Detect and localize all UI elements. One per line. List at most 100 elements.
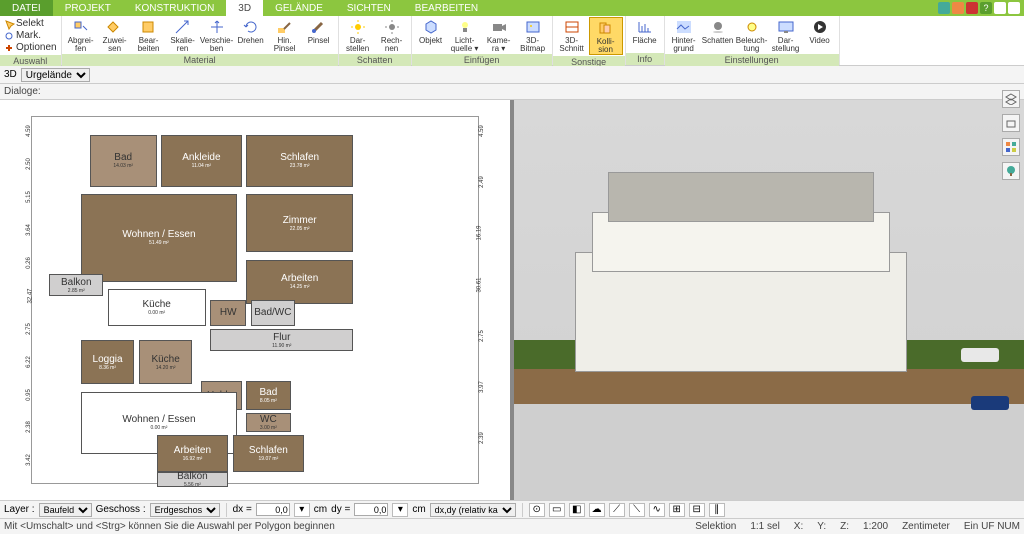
- tool-e-icon[interactable]: ⟋: [609, 503, 625, 517]
- dx-stepper[interactable]: ▾: [294, 503, 310, 517]
- ribbon-group-label: Schatten: [339, 54, 411, 66]
- room-hw[interactable]: HW: [210, 300, 246, 326]
- ribbon-mark-[interactable]: Mark.: [4, 30, 57, 41]
- room-zimmer[interactable]: Zimmer22.05 m²: [246, 194, 353, 253]
- room-schlafen[interactable]: Schlafen23.78 m²: [246, 135, 353, 186]
- ribbon-btn-rotate[interactable]: Drehen: [234, 17, 268, 53]
- menu-tab-gelaende[interactable]: GELÄNDE: [263, 0, 335, 16]
- 3d-view[interactable]: [514, 100, 1024, 500]
- tree-icon[interactable]: [1002, 162, 1020, 180]
- dy-input[interactable]: [354, 503, 388, 516]
- titlebar-icons: ?: [938, 0, 1024, 16]
- icon-5[interactable]: [1008, 2, 1020, 14]
- car-blue: [971, 396, 1009, 410]
- status-scale: 1:1 sel: [750, 521, 779, 532]
- menu-tab-konstruktion[interactable]: KONSTRUKTION: [123, 0, 226, 16]
- materials-icon[interactable]: [1002, 138, 1020, 156]
- furniture-icon[interactable]: [1002, 114, 1020, 132]
- ribbon-btn-brush[interactable]: Pinsel: [302, 17, 336, 53]
- ribbon-btn-camera[interactable]: Kame-ra ▾: [482, 17, 516, 53]
- room-ankleide[interactable]: Ankleide11.04 m²: [161, 135, 241, 186]
- ribbon-btn-lighting[interactable]: Beleuch-tung: [735, 17, 769, 53]
- room-wc[interactable]: WC3.00 m²: [246, 413, 291, 431]
- room-balkon[interactable]: Balkon5.56 m²: [157, 472, 228, 487]
- room-k-che[interactable]: Küche0.00 m²: [108, 289, 206, 326]
- menu-tab-projekt[interactable]: PROJEKT: [53, 0, 123, 16]
- assign-icon: [105, 18, 125, 36]
- grab-icon: [71, 18, 91, 36]
- ribbon-btn-bg[interactable]: Hinter-grund: [667, 17, 701, 53]
- room-loggia[interactable]: Loggia8.36 m²: [81, 340, 135, 384]
- tool-h-icon[interactable]: ⊞: [669, 503, 685, 517]
- room-balkon[interactable]: Balkon2.85 m²: [49, 274, 103, 296]
- icon-4[interactable]: [994, 2, 1006, 14]
- tool-a-icon[interactable]: ⊙: [529, 503, 545, 517]
- icon-1[interactable]: [938, 2, 950, 14]
- dim-left: 5.15: [26, 191, 32, 203]
- ribbon-btn-area[interactable]: Fläche: [628, 17, 662, 52]
- plus-icon: [4, 43, 14, 53]
- tool-d-icon[interactable]: ☁: [589, 503, 605, 517]
- ribbon-btn-move[interactable]: Verschie-ben: [200, 17, 234, 53]
- tool-j-icon[interactable]: ∥: [709, 503, 725, 517]
- room-bad-wc[interactable]: Bad/WC: [251, 300, 296, 326]
- ribbon-btn-sunoff[interactable]: Rech-nen: [375, 17, 409, 53]
- coord-mode-select[interactable]: dx,dy (relativ ka: [430, 503, 516, 517]
- ribbon-btn-section[interactable]: 3D-Schnitt: [555, 17, 589, 55]
- dy-stepper[interactable]: ▾: [392, 503, 408, 517]
- ribbon-btn-sunon[interactable]: Dar-stellen: [341, 17, 375, 53]
- status-x: X:: [794, 521, 803, 532]
- room-wohnen-essen[interactable]: Wohnen / Essen51.49 m²: [81, 194, 237, 282]
- tool-i-icon[interactable]: ⊟: [689, 503, 705, 517]
- ribbon-btn-video[interactable]: Video: [803, 17, 837, 53]
- status-z: Z:: [840, 521, 849, 532]
- ribbon-btn-object[interactable]: Objekt: [414, 17, 448, 53]
- icon-3[interactable]: [966, 2, 978, 14]
- ribbon-group-label: Material: [62, 54, 338, 66]
- menu-tab-sichten[interactable]: SICHTEN: [335, 0, 403, 16]
- tool-f-icon[interactable]: ⟍: [629, 503, 645, 517]
- floorplan-canvas[interactable]: Bad14.03 m²Ankleide11.04 m²Schlafen23.78…: [31, 116, 480, 484]
- help-icon[interactable]: ?: [980, 2, 992, 14]
- room-bad[interactable]: Bad14.03 m²: [90, 135, 157, 186]
- dim-right: 3.97: [478, 381, 484, 393]
- icon-2[interactable]: [952, 2, 964, 14]
- tool-g-icon[interactable]: ∿: [649, 503, 665, 517]
- plan-view[interactable]: Bad14.03 m²Ankleide11.04 m²Schlafen23.78…: [0, 100, 510, 500]
- ribbon-btn-bitmap[interactable]: 3D-Bitmap: [516, 17, 550, 53]
- dim-left: 0.26: [26, 257, 32, 269]
- ribbon-btn-bgbrush[interactable]: Hin.Pinsel: [268, 17, 302, 53]
- input-bar: Layer : Baufeld Geschoss : Erdgeschos dx…: [0, 500, 1024, 518]
- layers-icon[interactable]: [1002, 90, 1020, 108]
- dx-label: dx =: [233, 504, 252, 515]
- tool-b-icon[interactable]: ▭: [549, 503, 565, 517]
- room-flur[interactable]: Flur11.90 m²: [210, 329, 353, 351]
- layer-label: Layer :: [4, 504, 35, 515]
- room-schlafen[interactable]: Schlafen19.07 m²: [233, 435, 304, 472]
- ribbon-btn-display[interactable]: Dar-stellung: [769, 17, 803, 53]
- car-white: [961, 348, 999, 362]
- tool-c-icon[interactable]: ◧: [569, 503, 585, 517]
- room-k-che[interactable]: Küche14.20 m²: [139, 340, 193, 384]
- terrain-select[interactable]: Urgelände: [21, 68, 90, 82]
- ribbon-btn-grab[interactable]: Abgrei-fen: [64, 17, 98, 53]
- ribbon-btn-assign[interactable]: Zuwei-sen: [98, 17, 132, 53]
- ribbon-selekt[interactable]: Selekt: [4, 18, 57, 29]
- bitmap-icon: [523, 18, 543, 36]
- room-arbeiten[interactable]: Arbeiten16.92 m²: [157, 435, 228, 472]
- ribbon-btn-collision[interactable]: Kolli-sion: [589, 17, 623, 55]
- right-palette: [1002, 90, 1022, 180]
- ribbon-btn-shadow[interactable]: Schatten: [701, 17, 735, 53]
- ribbon-btn-light[interactable]: Licht-quelle ▾: [448, 17, 482, 53]
- room-arbeiten[interactable]: Arbeiten14.25 m²: [246, 260, 353, 304]
- ribbon-btn-edit[interactable]: Bear-beiten: [132, 17, 166, 53]
- menu-tab-bearbeiten[interactable]: BEARBEITEN: [403, 0, 490, 16]
- layer-select[interactable]: Baufeld: [39, 503, 92, 517]
- ribbon-optionen[interactable]: Optionen: [4, 42, 57, 53]
- menu-tab-3d[interactable]: 3D: [226, 0, 263, 16]
- menu-tab-datei[interactable]: DATEI: [0, 0, 53, 16]
- room-bad[interactable]: Bad8.05 m²: [246, 381, 291, 410]
- ribbon-btn-scale[interactable]: Skalie-ren: [166, 17, 200, 53]
- floor-select[interactable]: Erdgeschos: [150, 503, 220, 517]
- dx-input[interactable]: [256, 503, 290, 516]
